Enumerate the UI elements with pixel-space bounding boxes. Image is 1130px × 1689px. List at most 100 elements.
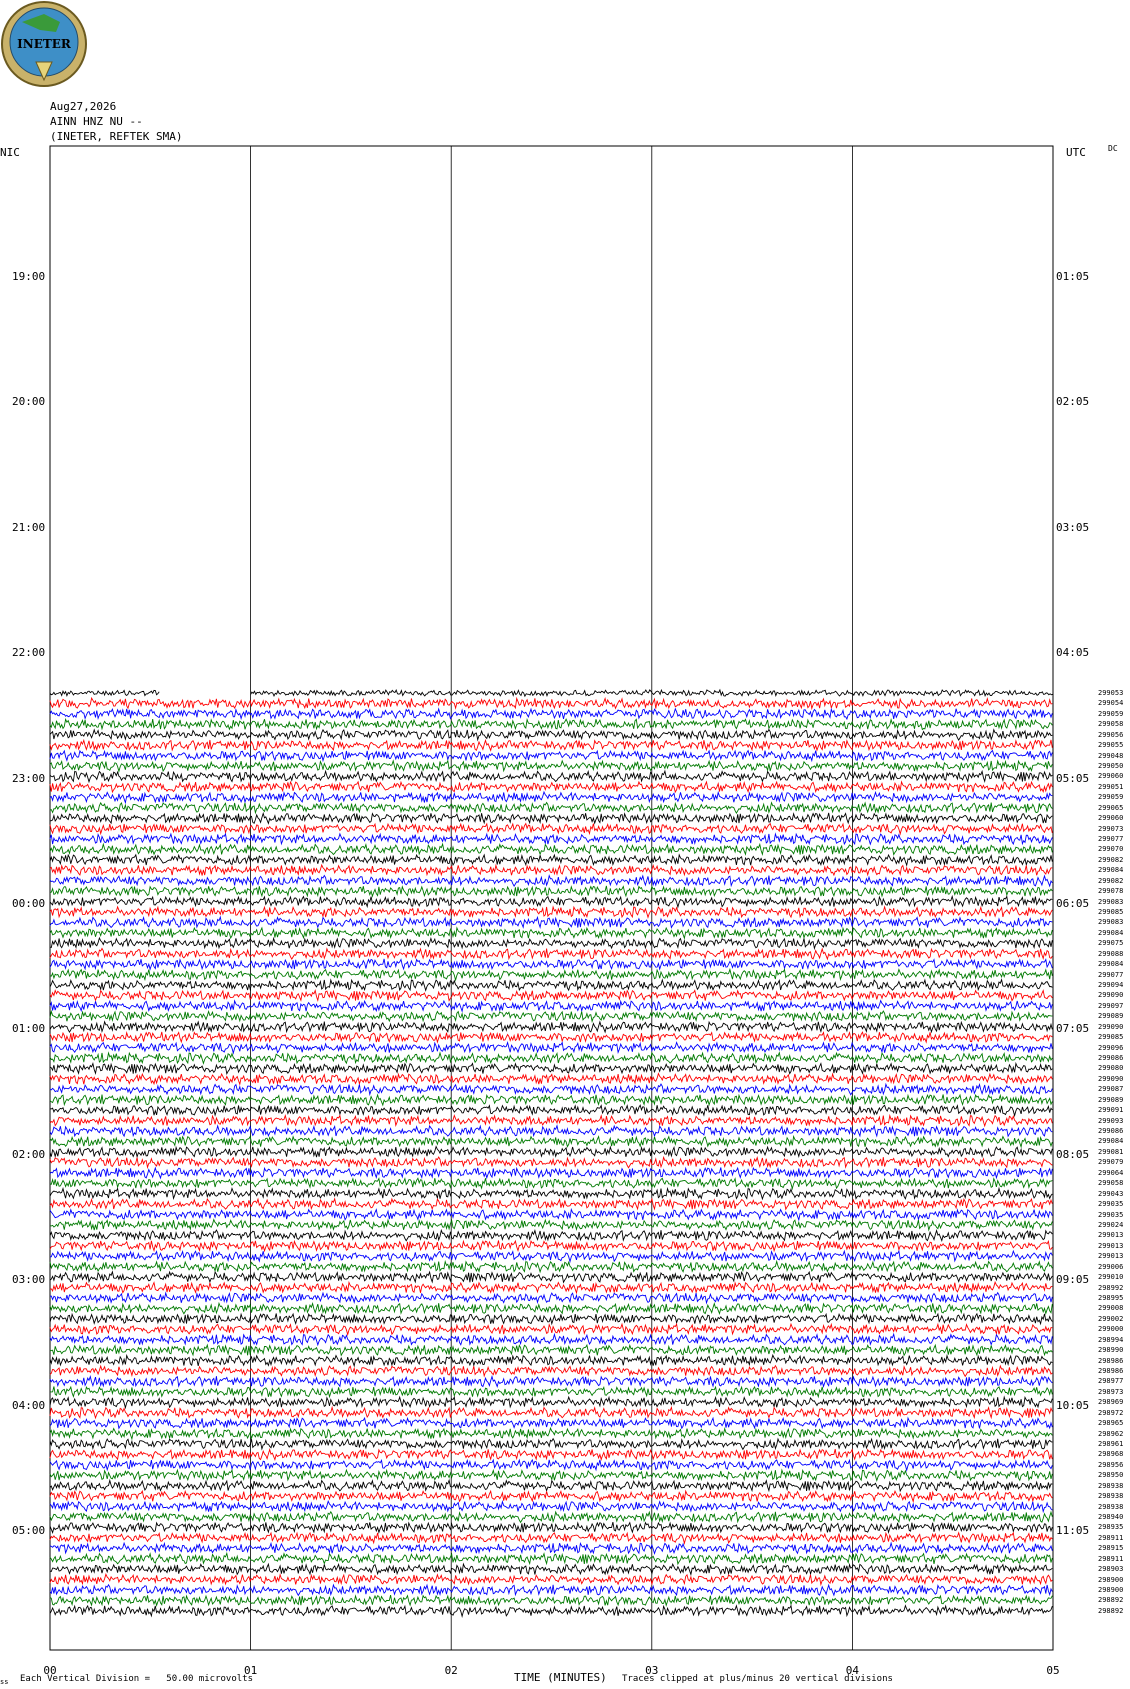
trace-count-label: 298892: [1098, 1606, 1124, 1615]
trace-line: [49, 967, 1053, 982]
trace-line: [49, 717, 1053, 731]
right-hour-label: 04:05: [1056, 646, 1090, 660]
trace-count-label: 299080: [1098, 1064, 1124, 1073]
trace-line: [49, 769, 1053, 784]
trace-line: [49, 1468, 1053, 1483]
trace-line: [49, 707, 1053, 721]
trace-count-label: 298973: [1098, 1387, 1124, 1396]
trace-count-label: 299035: [1098, 1210, 1124, 1219]
trace-line: [49, 1186, 1053, 1201]
trace-line: [49, 1134, 1053, 1149]
trace-count-label: 299086: [1098, 1127, 1124, 1136]
trace-line: [49, 1405, 1053, 1420]
trace-line: [49, 1489, 1053, 1504]
left-hour-label: 20:00: [12, 395, 46, 409]
trace-count-label: 299085: [1098, 1033, 1124, 1042]
trace-count-label: 298903: [1098, 1565, 1124, 1574]
right-hour-label: 01:05: [1056, 270, 1090, 283]
dc-label: DC: [1108, 144, 1118, 153]
trace-line: [49, 1416, 1053, 1430]
trace-count-label: 299070: [1098, 845, 1124, 854]
trace-line: [49, 1426, 1053, 1441]
right-hour-label: 09:05: [1056, 1273, 1090, 1287]
trace-line: [49, 1604, 1053, 1618]
trace-line: [49, 1124, 1053, 1138]
right-hour-label: 05:05: [1056, 771, 1090, 785]
trace-line: [49, 1197, 1053, 1211]
trace-count-label: 299089: [1098, 1095, 1124, 1104]
trace-count-label: 299051: [1098, 782, 1124, 791]
trace-line: [49, 874, 1053, 888]
trace-line: [49, 1072, 1053, 1086]
trace-count-label: 299084: [1098, 960, 1124, 969]
station-label: AINN HNZ NU --: [50, 115, 143, 128]
right-hour-label: 06:05: [1056, 897, 1090, 910]
trace-line: [49, 1093, 1053, 1107]
trace-count-label: 298956: [1098, 1460, 1124, 1469]
trace-count-label: 298990: [1098, 1346, 1124, 1355]
seismic-traces: [49, 688, 1053, 1618]
trace-count-label: 298935: [1098, 1523, 1124, 1532]
trace-line: [49, 978, 1053, 992]
trace-count-label: 298892: [1098, 1596, 1124, 1605]
trace-count-label: 298968: [1098, 1450, 1124, 1459]
trace-line: [49, 1249, 1053, 1264]
trace-line: [49, 1270, 1053, 1284]
trace-count-label: 299077: [1098, 970, 1124, 979]
trace-line: [49, 958, 1053, 971]
trace-count-label: 299053: [1098, 689, 1124, 697]
trace-line: [49, 1177, 1053, 1191]
trace-count-label: 299090: [1098, 1074, 1124, 1083]
trace-line: [49, 936, 1053, 951]
trace-count-label: 299058: [1098, 1179, 1124, 1188]
right-hour-label: 08:05: [1056, 1147, 1090, 1161]
trace-count-label: 299096: [1098, 1043, 1124, 1052]
clip-note: Traces clipped at plus/minus 20 vertical…: [622, 1674, 893, 1684]
trace-count-label: 299058: [1098, 720, 1124, 729]
trace-count-label: 298950: [1098, 1471, 1124, 1480]
trace-line: [49, 811, 1053, 825]
trace-count-label: 299056: [1098, 730, 1124, 739]
trace-count-label: 299078: [1098, 887, 1124, 896]
trace-count-label: 298992: [1098, 1283, 1124, 1292]
trace-line: [49, 1448, 1053, 1462]
left-hour-label: 21:00: [12, 520, 46, 534]
trace-line: [49, 749, 1053, 763]
trace-count-label: 299090: [1098, 991, 1124, 1000]
logo-text: INETER: [17, 37, 72, 51]
trace-line: [49, 1239, 1053, 1253]
trace-count-label: 299013: [1098, 1231, 1124, 1240]
trace-line: [49, 894, 1053, 909]
trace-count-label: 299065: [1098, 803, 1124, 812]
trace-line: [49, 1521, 1053, 1535]
trace-line: [49, 853, 1053, 867]
trace-count-label: 299013: [1098, 1241, 1124, 1250]
right-hour-label: 03:05: [1056, 520, 1090, 534]
trace-line: [49, 999, 1053, 1013]
trace-count-label: 299088: [1098, 949, 1124, 958]
trace-line: [49, 759, 1053, 774]
trace-count-label: 299084: [1098, 928, 1124, 937]
trace-line: [49, 1594, 1053, 1608]
trace-line: [49, 1531, 1053, 1545]
trace-count-label: 298911: [1098, 1533, 1124, 1542]
trace-line: [49, 1510, 1053, 1524]
trace-count-label: 299085: [1098, 908, 1124, 917]
trace-count-label: 299055: [1098, 741, 1124, 750]
trace-line: [49, 1395, 1053, 1410]
trace-line: [49, 988, 1053, 1003]
left-hour-label: 00:00: [12, 897, 46, 910]
trace-line: [49, 1562, 1053, 1577]
trace-count-label: 299050: [1098, 762, 1124, 770]
trace-line: [49, 1009, 1053, 1024]
trace-line: [49, 1312, 1053, 1326]
trace-line: [49, 1104, 1053, 1118]
right-hour-label: 11:05: [1056, 1524, 1090, 1537]
trace-count-label: 299008: [1098, 1304, 1124, 1313]
network-label: (INETER, REFTEK SMA): [50, 130, 183, 143]
trace-count-label: 299081: [1098, 1147, 1124, 1156]
trace-count-label: 299084: [1098, 866, 1124, 875]
trace-count-label: 298938: [1098, 1502, 1124, 1511]
trace-line: [49, 1437, 1053, 1451]
trace-count-label: 298969: [1098, 1398, 1124, 1407]
